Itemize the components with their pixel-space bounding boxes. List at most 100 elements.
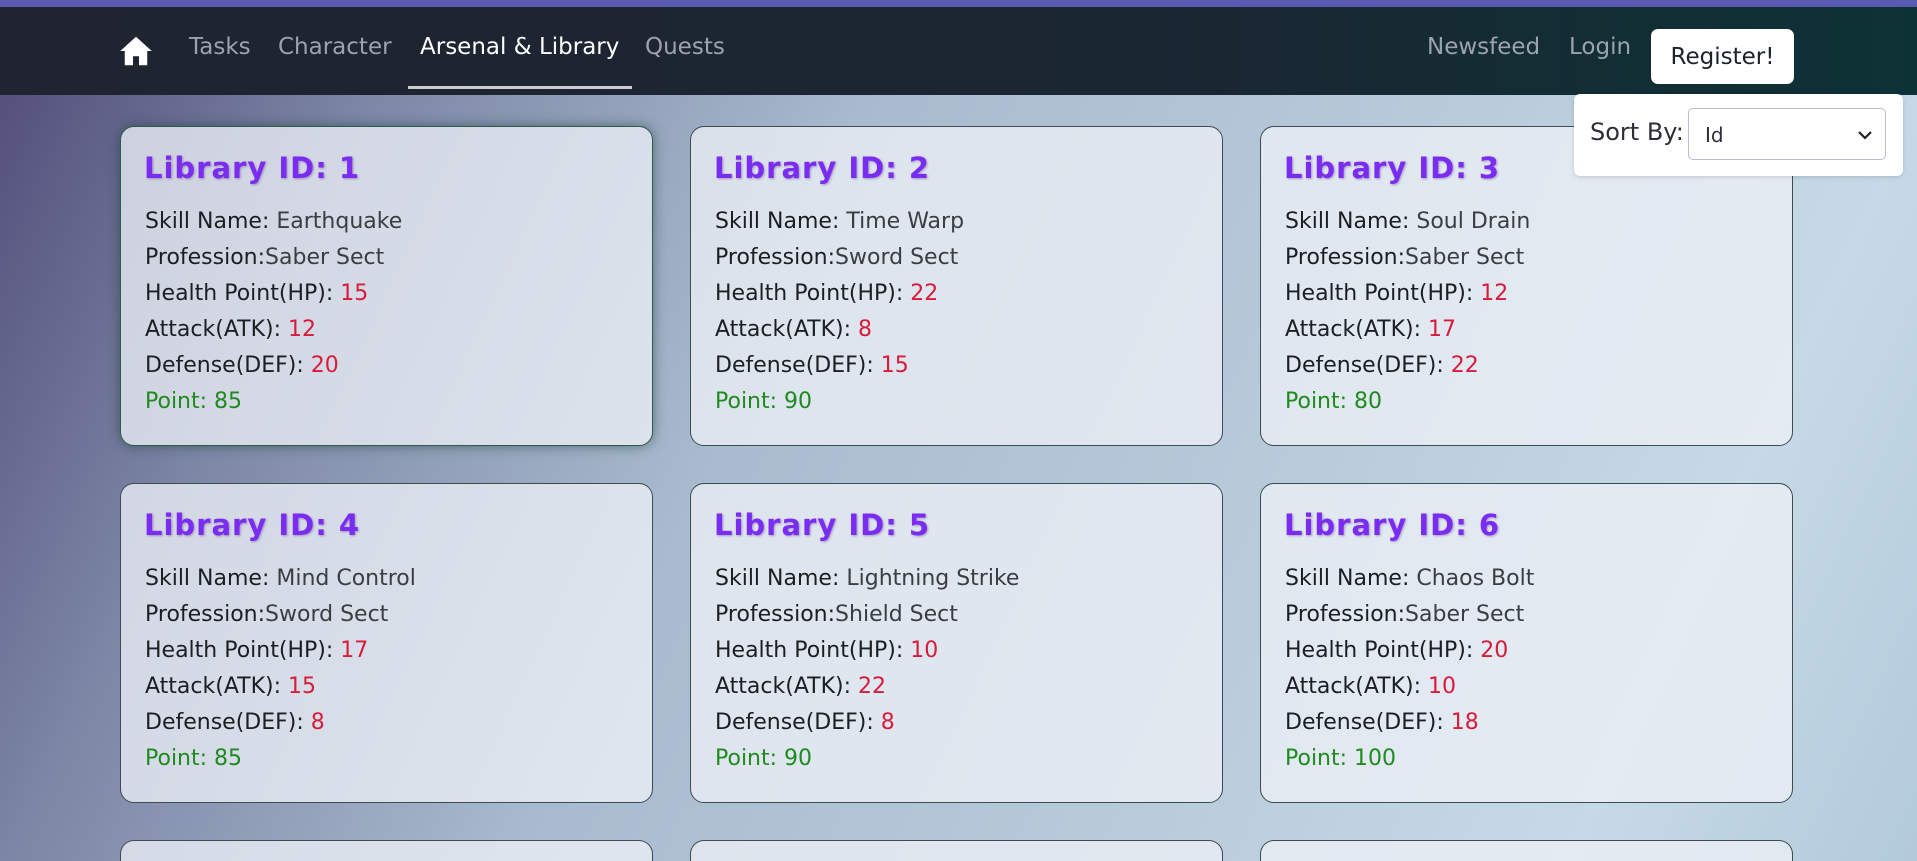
hp-label: Health Point(HP): bbox=[145, 638, 334, 663]
skill-value: Time Warp bbox=[846, 209, 965, 234]
card-row-skill: Skill Name: Lightning Strike bbox=[715, 566, 1019, 591]
def-value: 8 bbox=[310, 710, 325, 735]
profession-label: Profession: bbox=[1285, 602, 1406, 627]
card-row-atk: Attack(ATK): 15 bbox=[145, 674, 316, 699]
point-label: Point: bbox=[145, 389, 208, 414]
def-label: Defense(DEF): bbox=[715, 710, 874, 735]
profession-label: Profession: bbox=[145, 245, 266, 270]
card-row-point: Point: 90 bbox=[715, 746, 812, 771]
profession-label: Profession: bbox=[715, 602, 836, 627]
profession-label: Profession: bbox=[145, 602, 266, 627]
hp-value: 22 bbox=[910, 281, 939, 306]
hp-value: 17 bbox=[340, 638, 369, 663]
hp-value: 20 bbox=[1480, 638, 1509, 663]
point-value: 85 bbox=[214, 746, 243, 771]
sort-select[interactable]: Id bbox=[1688, 108, 1886, 160]
profession-value: Saber Sect bbox=[265, 245, 385, 270]
library-card-partial[interactable] bbox=[120, 840, 653, 861]
library-card-partial[interactable] bbox=[690, 840, 1223, 861]
sort-selected-value: Id bbox=[1705, 123, 1724, 147]
card-row-skill: Skill Name: Mind Control bbox=[145, 566, 416, 591]
hp-label: Health Point(HP): bbox=[1285, 281, 1474, 306]
card-row-profession: Profession:Sword Sect bbox=[715, 245, 958, 270]
card-row-skill: Skill Name: Time Warp bbox=[715, 209, 964, 234]
card-title: Library ID: 1 bbox=[144, 151, 361, 185]
card-title: Library ID: 4 bbox=[144, 508, 361, 542]
point-value: 90 bbox=[784, 389, 813, 414]
profession-label: Profession: bbox=[715, 245, 836, 270]
library-card[interactable]: Library ID: 2 Skill Name: Time Warp Profes… bbox=[690, 126, 1223, 446]
register-button[interactable]: Register! bbox=[1651, 29, 1794, 84]
point-value: 85 bbox=[214, 389, 243, 414]
card-row-point: Point: 90 bbox=[715, 389, 812, 414]
point-label: Point: bbox=[1285, 389, 1348, 414]
library-card[interactable]: Library ID: 5 Skill Name: Lightning Strik… bbox=[690, 483, 1223, 803]
card-row-skill: Skill Name: Soul Drain bbox=[1285, 209, 1530, 234]
card-row-profession: Profession:Saber Sect bbox=[1285, 245, 1524, 270]
nav-link-login[interactable]: Login bbox=[1569, 34, 1631, 60]
card-title: Library ID: 6 bbox=[1284, 508, 1501, 542]
atk-label: Attack(ATK): bbox=[1285, 674, 1422, 699]
card-row-point: Point: 100 bbox=[1285, 746, 1396, 771]
skill-label: Skill Name: bbox=[1285, 209, 1410, 234]
atk-value: 17 bbox=[1428, 317, 1457, 342]
point-value: 80 bbox=[1354, 389, 1383, 414]
atk-value: 15 bbox=[288, 674, 317, 699]
skill-label: Skill Name: bbox=[1285, 566, 1410, 591]
card-row-def: Defense(DEF): 15 bbox=[715, 353, 909, 378]
profession-label: Profession: bbox=[1285, 245, 1406, 270]
home-icon[interactable] bbox=[118, 33, 154, 69]
def-label: Defense(DEF): bbox=[1285, 353, 1444, 378]
point-value: 90 bbox=[784, 746, 813, 771]
card-row-atk: Attack(ATK): 22 bbox=[715, 674, 886, 699]
library-card[interactable]: Library ID: 1 Skill Name: Earthquake Profe… bbox=[120, 126, 653, 446]
card-row-hp: Health Point(HP): 17 bbox=[145, 638, 368, 663]
card-title: Library ID: 3 bbox=[1284, 151, 1501, 185]
nav-link-tasks[interactable]: Tasks bbox=[189, 34, 251, 60]
card-row-atk: Attack(ATK): 10 bbox=[1285, 674, 1456, 699]
atk-label: Attack(ATK): bbox=[1285, 317, 1422, 342]
navbar: Tasks Character Arsenal & Library Quests… bbox=[0, 7, 1917, 95]
card-title: Library ID: 2 bbox=[714, 151, 931, 185]
skill-value: Lightning Strike bbox=[846, 566, 1020, 591]
sort-label: Sort By: bbox=[1590, 118, 1684, 146]
point-value: 100 bbox=[1354, 746, 1397, 771]
atk-value: 22 bbox=[858, 674, 887, 699]
card-row-def: Defense(DEF): 18 bbox=[1285, 710, 1479, 735]
top-accent-strip bbox=[0, 0, 1917, 7]
profession-value: Saber Sect bbox=[1405, 602, 1525, 627]
profession-value: Shield Sect bbox=[835, 602, 958, 627]
skill-value: Soul Drain bbox=[1416, 209, 1531, 234]
library-card[interactable]: Library ID: 4 Skill Name: Mind Control Pro… bbox=[120, 483, 653, 803]
card-row-profession: Profession:Saber Sect bbox=[1285, 602, 1524, 627]
def-label: Defense(DEF): bbox=[145, 710, 304, 735]
hp-label: Health Point(HP): bbox=[715, 281, 904, 306]
atk-label: Attack(ATK): bbox=[145, 317, 282, 342]
def-value: 18 bbox=[1450, 710, 1479, 735]
card-row-atk: Attack(ATK): 12 bbox=[145, 317, 316, 342]
def-value: 8 bbox=[880, 710, 895, 735]
card-title: Library ID: 5 bbox=[714, 508, 931, 542]
nav-link-arsenal-library[interactable]: Arsenal & Library bbox=[420, 34, 619, 60]
skill-value: Earthquake bbox=[276, 209, 403, 234]
card-row-hp: Health Point(HP): 20 bbox=[1285, 638, 1508, 663]
def-label: Defense(DEF): bbox=[715, 353, 874, 378]
card-row-point: Point: 85 bbox=[145, 389, 242, 414]
nav-link-newsfeed[interactable]: Newsfeed bbox=[1427, 34, 1540, 60]
card-row-hp: Health Point(HP): 10 bbox=[715, 638, 938, 663]
library-card[interactable]: Library ID: 6 Skill Name: Chaos Bolt Profe… bbox=[1260, 483, 1793, 803]
library-card-partial[interactable] bbox=[1260, 840, 1793, 861]
point-label: Point: bbox=[145, 746, 208, 771]
profession-value: Saber Sect bbox=[1405, 245, 1525, 270]
card-row-skill: Skill Name: Earthquake bbox=[145, 209, 402, 234]
def-label: Defense(DEF): bbox=[145, 353, 304, 378]
nav-link-quests[interactable]: Quests bbox=[645, 34, 725, 60]
card-row-point: Point: 80 bbox=[1285, 389, 1382, 414]
card-row-atk: Attack(ATK): 17 bbox=[1285, 317, 1456, 342]
active-tab-indicator bbox=[408, 86, 632, 89]
hp-label: Health Point(HP): bbox=[715, 638, 904, 663]
card-row-def: Defense(DEF): 8 bbox=[145, 710, 325, 735]
hp-value: 10 bbox=[910, 638, 939, 663]
profession-value: Sword Sect bbox=[835, 245, 959, 270]
nav-link-character[interactable]: Character bbox=[278, 34, 392, 60]
